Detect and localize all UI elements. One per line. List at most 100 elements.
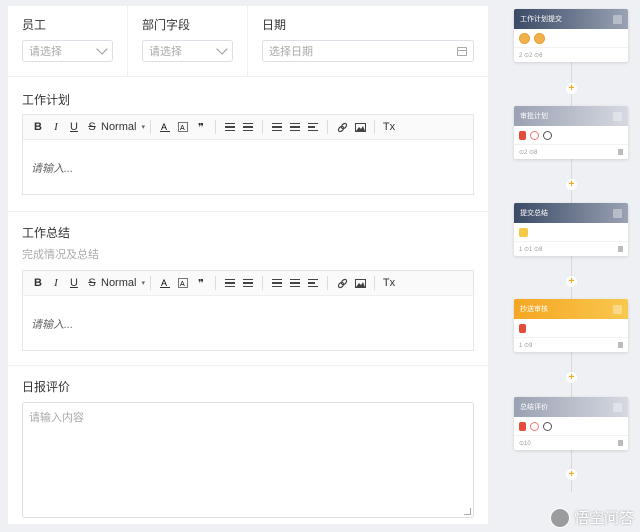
toolbar-divider [327,120,328,134]
resize-handle[interactable] [464,508,471,515]
toolbar-divider [262,276,263,290]
font-color-icon[interactable]: A [156,278,174,288]
node-stats: 1 ⊙9 [519,342,533,349]
underline-button[interactable]: U [65,277,83,289]
node-stats: ⊙10 [519,440,531,447]
plan-editor: B I U S Normal ▾ A A ❞ Tx 请输入... [22,114,474,195]
node-assignees [514,417,628,435]
align-icon[interactable] [304,122,322,132]
blockquote-icon[interactable]: ❞ [192,277,210,290]
user-icon [519,227,528,237]
node-header: 抄送审核 [514,299,628,319]
node-footer: 1 ⊙1 ⊙8 [514,241,628,256]
summary-toolbar: B I U S Normal ▾ A A ❞ Tx [23,271,473,296]
department-field: 部门字段 请选择 [128,6,248,76]
add-node-button[interactable]: + [566,276,577,287]
node-menu-icon[interactable] [613,208,622,218]
font-color-icon[interactable]: A [156,122,174,132]
chevron-down-icon [216,43,228,55]
date-label: 日期 [262,18,287,32]
node-title: 抄送审核 [520,306,548,313]
outdent-icon[interactable] [268,122,286,132]
summary-sublabel: 完成情况及总结 [22,249,99,261]
link-icon[interactable] [333,278,351,289]
chevron-down-icon: ▾ [141,124,145,131]
clear-format-icon[interactable]: Tx [380,121,398,133]
date-picker[interactable]: 选择日期 [262,40,474,62]
blockquote-icon[interactable]: ❞ [192,121,210,134]
flow-node[interactable]: 工作计划提交 2 ⊙2 ⊙6 [514,9,628,62]
summary-editor-body[interactable]: 请输入... [23,296,473,350]
date-field: 日期 选择日期 [248,6,488,76]
employee-field: 员工 请选择 [8,6,128,76]
avatar [534,32,545,44]
node-menu-icon[interactable] [613,402,622,412]
svg-text:A: A [180,281,185,288]
italic-button[interactable]: I [47,121,65,133]
document-icon [618,149,623,155]
document-icon [618,440,623,446]
node-menu-icon[interactable] [613,14,622,24]
toolbar-divider [374,276,375,290]
outdent-icon[interactable] [268,278,286,288]
plan-section: 工作计划 B I U S Normal ▾ A A ❞ Tx 请输入... [8,77,488,195]
bullet-list-icon[interactable] [239,122,257,132]
link-icon[interactable] [333,122,351,133]
node-header: 审批计划 [514,106,628,126]
node-header: 总结评价 [514,397,628,417]
employee-select[interactable]: 请选择 [22,40,113,62]
ordered-list-icon[interactable] [221,278,239,288]
flow-node[interactable]: 审批计划 ⊙2 ⊙8 [514,106,628,159]
review-textarea[interactable]: 请输入内容 [22,402,474,518]
user-icon [519,323,526,333]
node-header: 工作计划提交 [514,9,628,29]
align-icon[interactable] [304,278,322,288]
flow-node[interactable]: 总结评价 ⊙10 [514,397,628,450]
department-select[interactable]: 请选择 [142,40,233,62]
node-title: 提交总结 [520,210,548,217]
svg-text:A: A [161,278,167,288]
calendar-icon [457,46,467,56]
add-node-button[interactable]: + [566,83,577,94]
image-icon[interactable] [351,122,369,132]
image-icon[interactable] [351,278,369,288]
underline-button[interactable]: U [65,121,83,133]
heading-label: Normal [101,277,137,289]
node-menu-icon[interactable] [613,304,622,314]
node-footer: 1 ⊙9 [514,337,628,352]
ordered-list-icon[interactable] [221,122,239,132]
background-color-icon[interactable]: A [174,122,192,132]
plan-label: 工作计划 [22,93,71,107]
bold-button[interactable]: B [29,121,47,133]
node-stats: 1 ⊙1 ⊙8 [519,246,543,253]
clear-format-icon[interactable]: Tx [380,277,398,289]
heading-select[interactable]: Normal ▾ [101,121,145,133]
strike-button[interactable]: S [83,121,101,133]
flow-node[interactable]: 提交总结 1 ⊙1 ⊙8 [514,203,628,256]
svg-text:A: A [180,125,185,132]
node-footer: ⊙10 [514,435,628,450]
user-icon [519,130,526,140]
add-node-button[interactable]: + [566,179,577,190]
bullet-list-icon[interactable] [239,278,257,288]
toolbar-divider [215,276,216,290]
node-menu-icon[interactable] [613,111,622,121]
review-label: 日报评价 [22,380,71,394]
indent-icon[interactable] [286,122,304,132]
approval-flow: 工作计划提交 2 ⊙2 ⊙6 + 审批计划 ⊙2 ⊙8 + 提交总结 1 ⊙1 … [514,0,628,532]
indent-icon[interactable] [286,278,304,288]
node-footer: 2 ⊙2 ⊙6 [514,47,628,62]
user-icon [519,421,526,431]
plan-editor-body[interactable]: 请输入... [23,140,473,194]
add-node-button[interactable]: + [566,372,577,383]
flow-node[interactable]: 抄送审核 1 ⊙9 [514,299,628,352]
strike-button[interactable]: S [83,277,101,289]
bold-button[interactable]: B [29,277,47,289]
role-icon [530,421,539,431]
plan-toolbar: B I U S Normal ▾ A A ❞ Tx [23,115,473,140]
background-color-icon[interactable]: A [174,278,192,288]
italic-button[interactable]: I [47,277,65,289]
add-node-button[interactable]: + [566,469,577,480]
eye-icon [543,421,552,431]
heading-select[interactable]: Normal ▾ [101,277,145,289]
